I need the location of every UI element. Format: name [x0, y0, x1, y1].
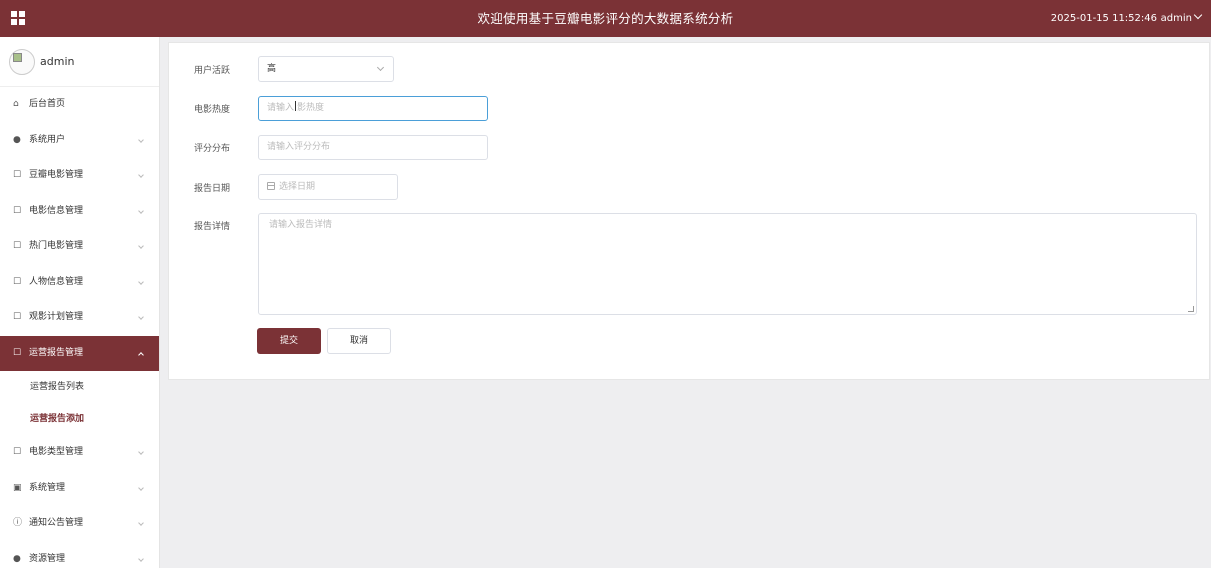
user-menu[interactable]: admin [1160, 0, 1203, 37]
current-datetime: 2025-01-15 11:52:46 [1050, 13, 1157, 24]
sidebar-item-dashboard[interactable]: ⌂ 后台首页 [0, 87, 159, 123]
sidebar-subitem-report-list[interactable]: 运营报告列表 [0, 371, 159, 403]
text-cursor-icon [295, 101, 297, 111]
sidebar-item-people[interactable]: ☐ 人物信息管理 [0, 265, 159, 301]
sidebar-item-label: 通知公告管理 [29, 518, 84, 528]
chevron-down-icon [138, 172, 144, 178]
report-form-panel: 用户活跃 高 电影热度 请输入 影热度 评分分布 请输入评分分布 报告日期 选择日… [168, 42, 1210, 380]
folder-icon: ☐ [13, 347, 22, 358]
submit-button[interactable]: 提交 [257, 328, 321, 354]
sidebar-item-resources[interactable]: ● 资源管理 [0, 542, 159, 568]
sidebar-item-ops-report[interactable]: ☐ 运营报告管理 [0, 335, 159, 371]
sidebar-item-label: 资源管理 [29, 553, 66, 564]
folder-icon: ☐ [13, 170, 22, 180]
info-icon: ⓘ [13, 518, 23, 528]
resize-handle-icon[interactable] [1188, 306, 1194, 312]
sidebar-item-label: 系统管理 [29, 482, 66, 493]
folder-icon: ☐ [13, 312, 22, 322]
details-label: 报告详情 [194, 222, 231, 232]
calendar-icon [267, 182, 275, 190]
folder-icon: ☐ [13, 241, 22, 251]
chevron-down-icon [138, 243, 144, 249]
folder-icon: ☐ [13, 205, 22, 216]
sidebar-item-movie-info[interactable]: ☐ 电影信息管理 [0, 194, 159, 230]
sidebar-item-movie-types[interactable]: ☐ 电影类型管理 [0, 435, 159, 471]
sidebar-item-label: 系统用户 [29, 134, 66, 145]
chevron-down-icon [138, 314, 144, 320]
chevron-down-icon [138, 278, 144, 285]
chevron-down-icon [138, 136, 144, 143]
activity-select[interactable]: 高 [258, 56, 394, 82]
heat-input[interactable]: 请输入 影热度 [258, 96, 488, 121]
sidebar-item-label: 人物信息管理 [29, 276, 84, 287]
chevron-down-icon [138, 449, 144, 455]
date-label: 报告日期 [194, 184, 231, 194]
bulb-icon: ● [13, 553, 21, 564]
score-input[interactable]: 请输入评分分布 [258, 135, 488, 160]
sidebar-item-douban-movies[interactable]: ☐ 豆瓣电影管理 [0, 158, 159, 194]
sidebar-item-label: 后台首页 [29, 99, 66, 109]
date-picker[interactable]: 选择日期 [258, 174, 398, 200]
sidebar-item-notices[interactable]: ⓘ 通知公告管理 [0, 506, 159, 542]
chevron-down-icon [138, 555, 144, 562]
score-label: 评分分布 [194, 144, 231, 154]
date-placeholder: 选择日期 [279, 182, 316, 192]
activity-select-value: 高 [267, 64, 277, 74]
top-bar: 欢迎使用基于豆瓣电影评分的大数据系统分析 2025-01-15 11:52:46… [0, 0, 1211, 37]
folder-icon: ☐ [13, 276, 22, 287]
chevron-down-icon [138, 207, 144, 214]
sidebar-item-label: 观影计划管理 [29, 312, 84, 322]
home-icon: ⌂ [13, 99, 19, 109]
user-icon: ● [13, 134, 21, 145]
sidebar-item-label: 电影类型管理 [29, 447, 84, 457]
details-textarea[interactable]: 请输入报告详情 [258, 213, 1197, 315]
sidebar-item-hot-movies[interactable]: ☐ 热门电影管理 [0, 229, 159, 265]
sidebar-user: admin [0, 37, 159, 87]
heat-label: 电影热度 [194, 105, 231, 115]
sidebar-username: admin [40, 55, 75, 68]
chevron-down-icon [376, 63, 385, 72]
user-menu-label: admin [1160, 13, 1192, 24]
sidebar-item-label: 电影信息管理 [29, 205, 84, 216]
folder-icon: ☐ [13, 447, 22, 457]
cancel-button[interactable]: 取消 [327, 328, 391, 354]
sidebar-item-watch-plan[interactable]: ☐ 观影计划管理 [0, 300, 159, 336]
page-title: 欢迎使用基于豆瓣电影评分的大数据系统分析 [477, 11, 734, 26]
sidebar-item-label: 豆瓣电影管理 [29, 170, 84, 180]
details-placeholder: 请输入报告详情 [269, 220, 333, 230]
sidebar-item-system-users[interactable]: ● 系统用户 [0, 123, 159, 159]
activity-label: 用户活跃 [194, 66, 231, 76]
avatar [9, 49, 35, 75]
heat-placeholder-end: 影热度 [297, 103, 325, 113]
chevron-down-icon [1193, 10, 1203, 20]
score-placeholder: 请输入评分分布 [267, 142, 331, 152]
sidebar-item-system-admin[interactable]: ▣ 系统管理 [0, 471, 159, 507]
sidebar-item-label: 热门电影管理 [29, 241, 84, 251]
chevron-down-icon [138, 520, 144, 526]
heat-placeholder-start: 请输入 [267, 103, 295, 113]
sidebar: admin ⌂ 后台首页 ● 系统用户 ☐ 豆瓣电影管理 ☐ 电影信息管理 ☐ … [0, 37, 160, 568]
sidebar-subitem-report-add[interactable]: 运营报告添加 [0, 403, 159, 435]
chevron-up-icon [138, 351, 144, 358]
chevron-down-icon [138, 484, 144, 491]
sidebar-item-label: 运营报告管理 [29, 347, 84, 358]
image-icon: ▣ [13, 482, 22, 493]
